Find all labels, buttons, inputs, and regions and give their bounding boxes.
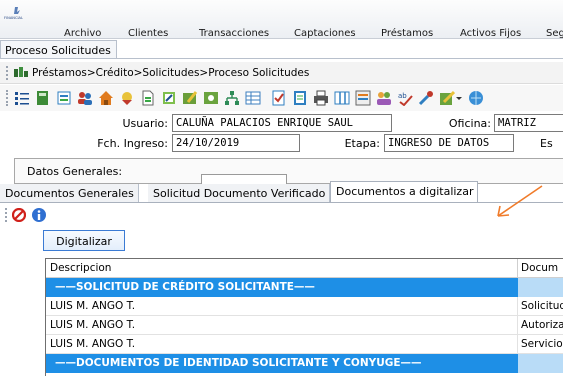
fecha-ingreso-field[interactable]: 24/10/2019 [172,134,300,152]
breadcrumb-bar: Préstamos>Crédito>Solicitudes>Proceso So… [0,62,563,84]
users-icon[interactable] [77,90,93,106]
grid-header: Descripcion Docum [46,259,563,278]
pen-icon[interactable] [182,90,198,106]
module-icon [14,67,28,77]
menu-captaciones[interactable]: Captaciones [294,28,356,39]
section-title: ——SOLICITUD DE CRÉDITO SOLICITANTE—— [55,281,315,293]
edit-icon[interactable] [439,90,455,106]
row-documento: Autoriza [521,319,563,331]
people-icon[interactable] [376,90,392,106]
oficina-label: Oficina: [448,117,491,130]
etapa-field[interactable]: INGRESO DE DATOS [384,134,514,152]
menu-seg[interactable]: Seg [546,28,563,39]
table-icon[interactable] [355,90,371,106]
globe-icon[interactable] [468,90,484,106]
notebook-icon[interactable] [292,90,308,106]
fecha-ingreso-label: Fch. Ingreso: [97,137,168,150]
check-document-icon[interactable] [271,90,287,106]
usuario-label: Usuario: [122,117,168,130]
spellcheck-icon[interactable]: ab [397,90,413,106]
tab-divider [0,58,563,59]
toolbar-grip[interactable] [5,208,7,222]
datos-generales-label: Datos Generales: [27,165,123,178]
menu-archivo[interactable]: Archivo [64,28,101,39]
menu-prestamos[interactable]: Préstamos [381,28,433,39]
estado-label: Es [540,137,553,150]
table-row[interactable]: LUIS M. ANGO T. Servicio [46,335,563,354]
table-row[interactable]: LUIS M. ANGO T. Solicitud [46,297,563,316]
tab-documentos-generales[interactable]: Documentos Generales [0,184,139,203]
toolbar-grip[interactable] [6,66,8,80]
subtab-divider [0,202,563,203]
menu-clientes[interactable]: Clientes [128,28,168,39]
document-icon[interactable] [140,90,156,106]
home-icon[interactable] [98,90,114,106]
svg-text:ab: ab [398,92,407,100]
row-documento: Servicio [521,338,563,350]
row-descripcion: LUIS M. ANGO T. [50,338,136,350]
section-title: ——DOCUMENTOS DE IDENTIDAD SOLICITANTE Y … [55,357,422,369]
org-chart-icon[interactable] [224,90,240,106]
financial-logo: FINANCIAL [4,7,23,20]
menu-transacciones[interactable]: Transacciones [199,28,269,39]
section-side-cell [518,354,563,373]
row-descripcion: LUIS M. ANGO T. [50,319,136,331]
process-icon[interactable] [203,90,219,106]
chevron-down-icon[interactable] [455,90,463,106]
etapa-label: Etapa: [344,137,380,150]
book-icon[interactable] [35,90,51,106]
printer-icon[interactable] [313,90,329,106]
info-icon[interactable] [31,207,47,223]
main-menubar: FINANCIAL Archivo Clientes Transacciones… [0,0,563,39]
inner-toolbar [0,205,80,225]
section-side-cell [518,278,563,297]
column-header-documento[interactable]: Docum [521,262,558,274]
main-toolbar: ab [0,85,563,111]
oficina-field[interactable]: MATRIZ [494,114,563,132]
table-row[interactable]: LUIS M. ANGO T. Autoriza [46,316,563,335]
tab-solicitud-documento-verificado[interactable]: Solicitud Documento Verificado [148,184,331,203]
bird-icon[interactable] [119,90,135,106]
form-icon[interactable] [56,90,72,106]
grid-icon[interactable] [245,90,261,106]
row-descripcion: LUIS M. ANGO T. [50,300,136,312]
tools-icon[interactable] [418,90,434,106]
toolbar-grip[interactable] [6,90,8,106]
column-header-descripcion[interactable]: Descripcion [50,262,111,274]
documents-grid: Descripcion Docum ——SOLICITUD DE CRÉDITO… [45,258,563,376]
datos-generales-group: Datos Generales: [14,158,563,184]
datos-generales-field[interactable] [201,174,287,184]
logo-text: FINANCIAL [4,16,23,20]
tab-documentos-a-digitalizar[interactable]: Documentos a digitalizar [330,181,479,202]
annotation-arrow-icon [497,185,543,217]
stop-icon[interactable] [12,208,26,222]
row-documento: Solicitud [521,300,563,312]
digitalizar-button[interactable]: Digitalizar [43,230,125,251]
menu-activos-fijos[interactable]: Activos Fijos [460,28,521,39]
edit-document-icon[interactable] [161,90,177,106]
list-icon[interactable] [14,90,30,106]
breadcrumb: Préstamos>Crédito>Solicitudes>Proceso So… [32,67,310,79]
grid-section-row[interactable]: ——DOCUMENTOS DE IDENTIDAD SOLICITANTE Y … [46,354,563,373]
columns-icon[interactable] [334,90,350,106]
usuario-field[interactable]: CALUÑA PALACIOS ENRIQUE SAUL [172,114,392,132]
grid-section-row[interactable]: ——SOLICITUD DE CRÉDITO SOLICITANTE—— [46,278,563,297]
tab-proceso-solicitudes[interactable]: Proceso Solicitudes [0,40,117,59]
